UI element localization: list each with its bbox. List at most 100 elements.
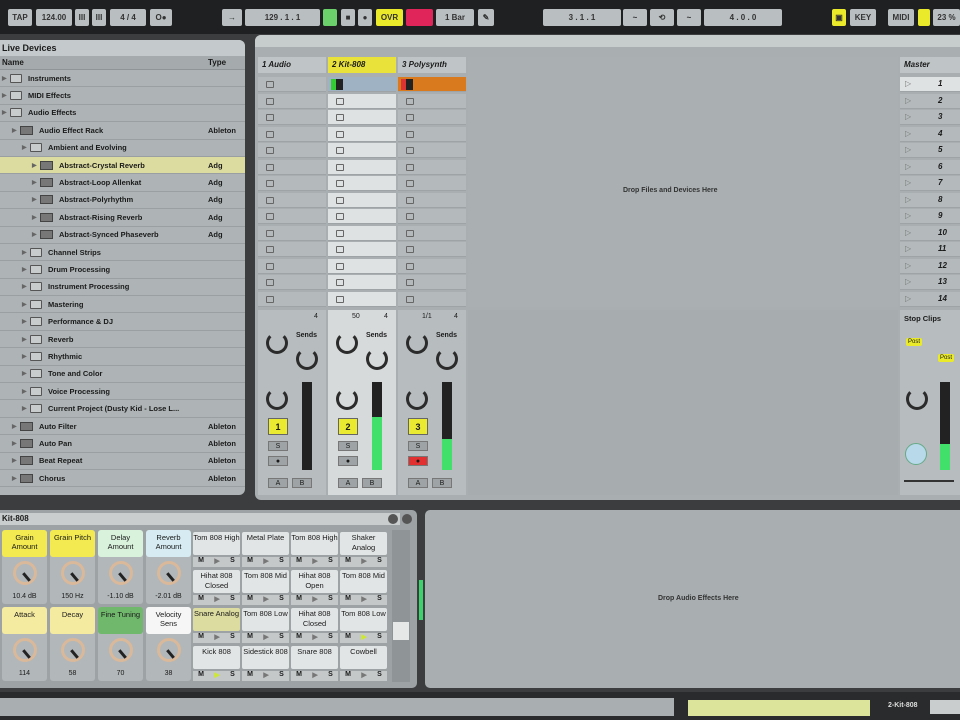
macro-control[interactable]: Velocity Sens 38 [146, 607, 191, 681]
send-b-knob[interactable] [366, 348, 388, 370]
loop-start-field[interactable]: 3 . 1 . 1 [543, 9, 621, 26]
pad-mute-button[interactable]: M [296, 633, 302, 643]
expand-arrow-icon[interactable]: ▶ [2, 92, 10, 99]
clip-stop-button[interactable] [266, 246, 274, 253]
expand-arrow-icon[interactable]: ▶ [2, 109, 10, 116]
pad-play-button[interactable]: ▶ [312, 671, 317, 681]
device-title[interactable]: Kit-808 [0, 513, 400, 525]
clip-slot[interactable] [258, 176, 326, 191]
clip-stop-button[interactable] [266, 147, 274, 154]
tap-button[interactable]: TAP [8, 9, 32, 26]
send-b-toggle[interactable]: B [432, 478, 452, 488]
punch-in-button[interactable]: ~ [623, 9, 647, 26]
macro-control[interactable]: Reverb Amount -2.01 dB [146, 530, 191, 604]
send-b-knob[interactable] [436, 348, 458, 370]
scene-play-icon[interactable]: ▷ [905, 162, 911, 171]
expand-arrow-icon[interactable]: ▶ [22, 249, 30, 256]
browser-item[interactable]: ▶ Audio Effects [0, 105, 245, 123]
clip-stop-button[interactable] [406, 246, 414, 253]
monitor-input[interactable]: 4 [314, 313, 318, 320]
macro-knob[interactable] [157, 561, 181, 585]
clip-stop-button[interactable] [266, 262, 274, 270]
browser-item[interactable]: ▶ Ambient and Evolving [0, 140, 245, 157]
monitor-input[interactable]: 4 [454, 313, 458, 320]
expand-arrow-icon[interactable]: ▶ [32, 196, 40, 203]
pad-play-button[interactable]: ▶ [312, 595, 317, 605]
drum-pad[interactable]: Tom 808 Low M ▶ S [242, 608, 289, 644]
expand-arrow-icon[interactable]: ▶ [22, 144, 30, 151]
scene-play-icon[interactable]: ▷ [905, 112, 911, 121]
browser-item[interactable]: ▶ Abstract-Loop Allenkat Adg [0, 174, 245, 192]
clip-slot[interactable] [328, 209, 396, 224]
pad-overview-scroller[interactable] [392, 530, 410, 682]
scene-launch-button[interactable]: ▷ 11 [900, 242, 960, 257]
send-a-toggle[interactable]: A [338, 478, 358, 488]
column-type[interactable]: Type [208, 58, 226, 67]
clip-stop-button[interactable] [266, 130, 274, 138]
drum-pad[interactable]: Hihat 808 Closed M ▶ S [193, 570, 240, 606]
scene-launch-button[interactable]: ▷ 7 [900, 176, 960, 191]
macro-knob[interactable] [13, 561, 37, 585]
browser-item[interactable]: ▶ Abstract-Rising Reverb Adg [0, 209, 245, 227]
track-header[interactable]: 2 Kit-808 [328, 57, 396, 73]
browser-item[interactable]: ▶ Performance & DJ [0, 313, 245, 331]
clip-slot[interactable] [258, 159, 326, 175]
scene-play-icon[interactable]: ▷ [905, 211, 911, 220]
clip-stop-button[interactable] [266, 279, 274, 286]
pad-solo-button[interactable]: S [279, 633, 284, 643]
clip-slot[interactable] [258, 77, 326, 92]
browser-item[interactable]: ▶ Auto Filter Ableton [0, 418, 245, 436]
scene-play-icon[interactable]: ▷ [905, 145, 911, 154]
nudge-up-button[interactable]: III [92, 9, 106, 26]
pad-overview-handle[interactable] [393, 622, 409, 640]
pad-solo-button[interactable]: S [328, 595, 333, 605]
scene-launch-button[interactable]: ▷ 3 [900, 110, 960, 125]
pad-mute-button[interactable]: M [198, 595, 204, 605]
scene-play-icon[interactable]: ▷ [905, 277, 911, 286]
clip-slot[interactable] [398, 126, 466, 142]
clip-play-icon[interactable] [331, 79, 343, 90]
clip-stop-button[interactable] [336, 163, 344, 171]
arm-button[interactable]: ● [408, 456, 428, 466]
clip-slot[interactable] [258, 258, 326, 274]
drum-pad[interactable]: Metal Plate M ▶ S [242, 532, 289, 568]
column-name[interactable]: Name [2, 58, 24, 67]
pan-knob[interactable] [266, 388, 288, 410]
drum-pad[interactable]: Kick 808 M ▶ S [193, 646, 240, 682]
macro-knob[interactable] [61, 638, 85, 662]
clip-stop-button[interactable] [336, 295, 344, 303]
pad-solo-button[interactable]: S [377, 671, 382, 681]
macro-knob[interactable] [109, 561, 133, 585]
scene-play-icon[interactable]: ▷ [905, 228, 911, 237]
pad-play-button[interactable]: ▶ [263, 633, 268, 643]
clip-slot[interactable] [258, 225, 326, 241]
pad-solo-button[interactable]: S [230, 557, 235, 567]
arm-button[interactable]: ● [268, 456, 288, 466]
overdub-button[interactable]: OVR [376, 9, 403, 26]
macro-control[interactable]: Decay 58 [50, 607, 95, 681]
arrangement-position-field[interactable]: 129 . 1 . 1 [245, 9, 320, 26]
drum-pad[interactable]: Tom 808 Low M ▶ S [340, 608, 387, 644]
expand-arrow-icon[interactable]: ▶ [32, 179, 40, 186]
browser-item[interactable]: ▶ Abstract-Polyrhythm Adg [0, 192, 245, 210]
pad-mute-button[interactable]: M [247, 595, 253, 605]
pad-solo-button[interactable]: S [377, 595, 382, 605]
clip-slot[interactable] [328, 159, 396, 175]
browser-item[interactable]: ▶ Reverb [0, 331, 245, 349]
pad-solo-button[interactable]: S [377, 557, 382, 567]
scene-play-icon[interactable]: ▷ [905, 244, 911, 253]
pad-solo-button[interactable]: S [230, 595, 235, 605]
browser-item[interactable]: ▶ Abstract-Crystal Reverb Adg [0, 156, 245, 175]
clip-stop-button[interactable] [406, 130, 414, 138]
browser-item[interactable]: ▶ Tone and Color [0, 366, 245, 384]
clip-stop-button[interactable] [266, 295, 274, 303]
expand-arrow-icon[interactable]: ▶ [22, 353, 30, 360]
pad-play-button[interactable]: ▶ [312, 557, 317, 567]
drum-pad[interactable]: Cowbell M ▶ S [340, 646, 387, 682]
browser-item[interactable]: ▶ Beat Repeat Ableton [0, 453, 245, 470]
clip-stop-button[interactable] [406, 196, 414, 204]
key-map-button[interactable]: KEY [850, 9, 876, 26]
expand-arrow-icon[interactable]: ▶ [12, 423, 20, 430]
track-activator-button[interactable]: 1 [268, 418, 288, 435]
browser-item[interactable]: ▶ Instrument Processing [0, 279, 245, 297]
